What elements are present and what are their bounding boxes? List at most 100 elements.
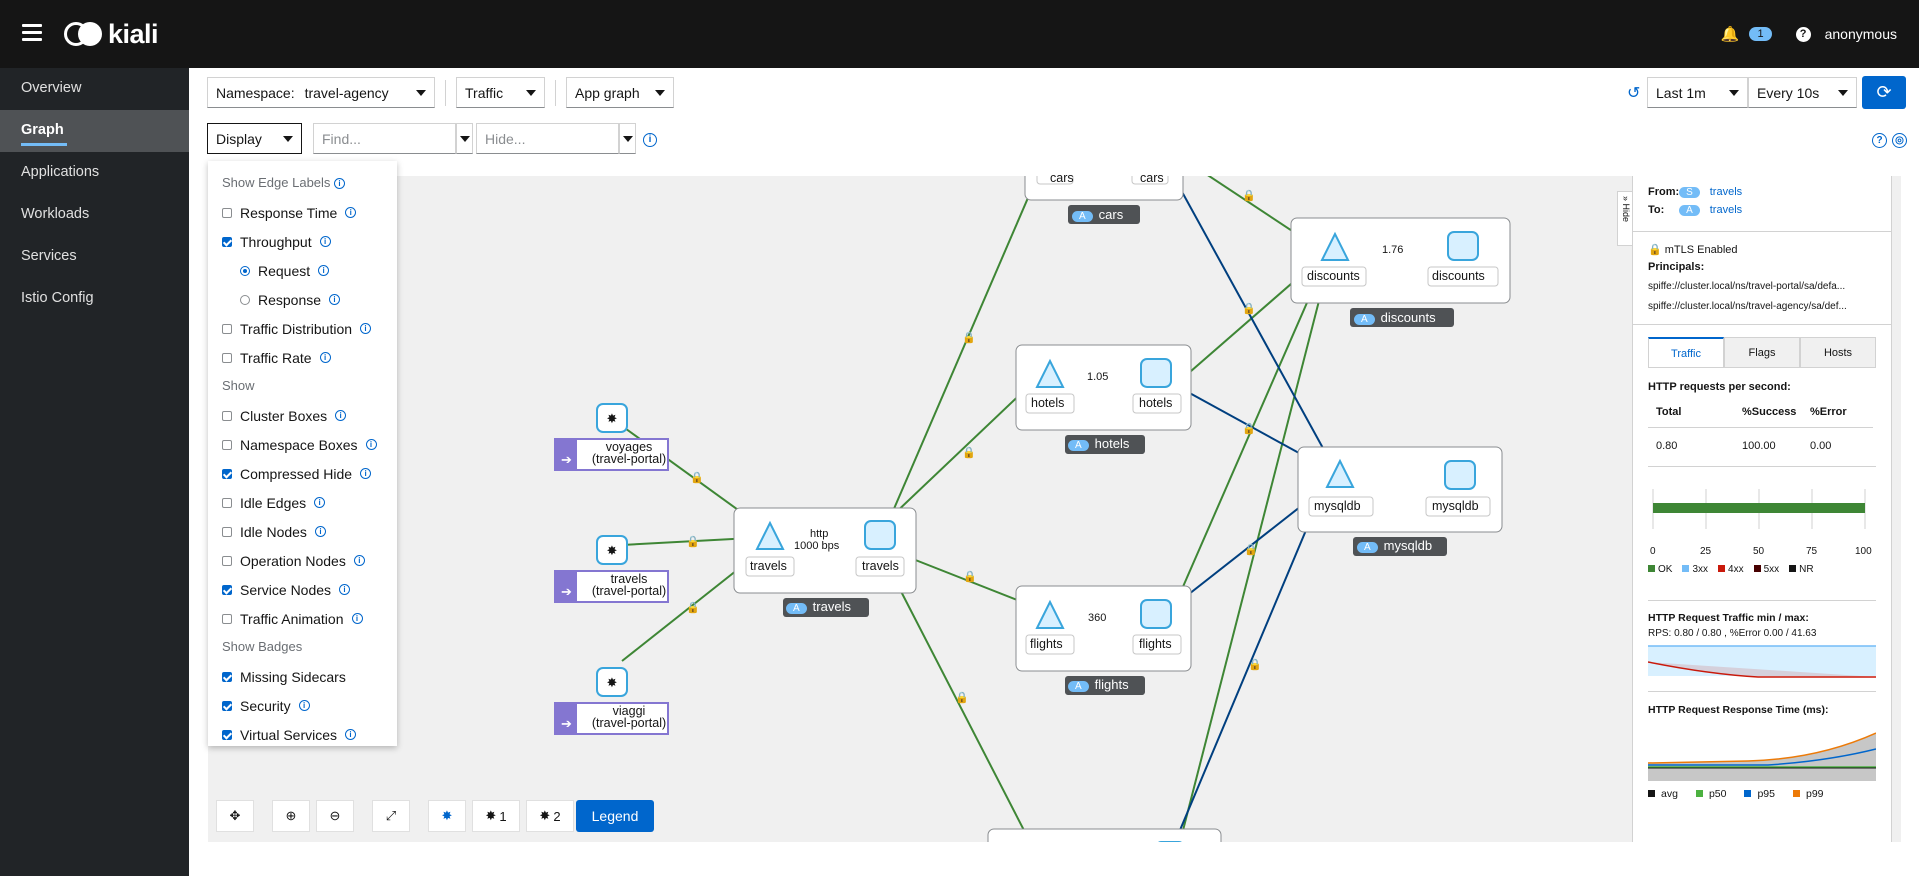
option-request[interactable]: Request i — [222, 256, 383, 285]
edge-labels-select[interactable]: Traffic — [456, 77, 545, 108]
side-panel-scrollbar[interactable] — [1891, 176, 1901, 842]
bell-icon[interactable]: 🔔 — [1721, 25, 1740, 43]
info-icon[interactable]: i — [351, 613, 363, 624]
node-label-mysqldb-svc[interactable]: mysqldb — [1314, 499, 1361, 513]
checkbox[interactable] — [222, 526, 232, 537]
option-operation-nodes[interactable]: Operation Nodes i — [222, 546, 383, 575]
option-cluster-boxes[interactable]: Cluster Boxes i — [222, 401, 383, 430]
option-throughput[interactable]: Throughput i — [222, 227, 383, 256]
graph-type-select[interactable]: App graph — [566, 77, 674, 108]
info-icon[interactable]: i — [334, 178, 346, 190]
option-traffic-rate[interactable]: Traffic Rate i — [222, 343, 383, 372]
graph-canvas[interactable]: 🔒🔒🔒 🔒🔒🔒 🔒🔒🔒 🔒🔒🔒 🔒🔒🔒 🔒🔒 — [208, 171, 1632, 842]
find-input[interactable]: Find... — [313, 123, 456, 154]
node-label-cars-svc[interactable]: cars — [1050, 171, 1074, 185]
sidebar-item-applications[interactable]: Applications — [0, 152, 189, 194]
app-label-mysqldb[interactable]: Amysqldb — [1357, 538, 1432, 553]
legend-button[interactable]: Legend — [576, 800, 654, 832]
edge-label-hotels[interactable]: 1.05 — [1087, 371, 1108, 383]
tab-hosts[interactable]: Hosts — [1800, 337, 1876, 367]
option-missing-sidecars[interactable]: Missing Sidecars — [222, 662, 383, 691]
info-icon[interactable]: i — [643, 133, 657, 147]
edge-label-travels-rate[interactable]: 1000 bps — [794, 540, 839, 552]
option-idle-edges[interactable]: Idle Edges i — [222, 488, 383, 517]
edge-label-flights[interactable]: 360 — [1088, 612, 1106, 624]
info-icon[interactable]: i — [360, 323, 372, 334]
checkbox[interactable] — [222, 468, 232, 479]
info-icon[interactable]: i — [319, 236, 331, 247]
checkbox[interactable] — [222, 671, 232, 682]
checkbox[interactable] — [222, 497, 232, 508]
info-icon[interactable]: i — [360, 468, 372, 479]
edge-label-discounts[interactable]: 1.76 — [1382, 244, 1403, 256]
zoom-out-button[interactable]: ⊖ — [316, 800, 354, 832]
option-response[interactable]: Response i — [222, 285, 383, 314]
info-icon[interactable]: i — [365, 439, 377, 450]
option-traffic-distribution[interactable]: Traffic Distribution i — [222, 314, 383, 343]
duration-select[interactable]: Last 1m — [1647, 77, 1748, 108]
info-icon[interactable]: i — [314, 526, 326, 537]
sidebar-item-graph[interactable]: Graph — [0, 110, 189, 152]
checkbox[interactable] — [222, 555, 232, 566]
zoom-in-button[interactable]: ⊕ — [272, 800, 310, 832]
tab-flags[interactable]: Flags — [1724, 337, 1800, 367]
node-label-discounts-svc[interactable]: discounts — [1307, 269, 1360, 283]
pan-button[interactable]: ✥ — [216, 800, 254, 832]
notification-count-badge[interactable]: 1 — [1749, 27, 1772, 41]
refresh-button[interactable]: ⟳ — [1862, 76, 1906, 109]
checkbox[interactable] — [222, 729, 232, 740]
app-label-discounts[interactable]: Adiscounts — [1354, 310, 1436, 325]
option-security[interactable]: Security i — [222, 691, 383, 720]
info-icon[interactable]: i — [345, 729, 357, 740]
info-icon[interactable]: i — [329, 294, 341, 305]
app-label-hotels[interactable]: Ahotels — [1068, 436, 1129, 451]
checkbox[interactable] — [222, 352, 232, 363]
checkbox[interactable] — [222, 410, 232, 421]
node-label-flights-wl[interactable]: flights — [1139, 637, 1172, 651]
app-label-cars[interactable]: Acars — [1072, 207, 1123, 222]
checkbox[interactable] — [222, 439, 232, 450]
checkbox[interactable] — [222, 323, 232, 334]
help-icon[interactable]: ? — [1795, 26, 1811, 42]
node-label-viaggi[interactable]: viaggi (travel-portal) — [586, 705, 672, 730]
app-label-travels[interactable]: Atravels — [786, 599, 851, 614]
info-icon[interactable]: i — [298, 700, 310, 711]
info-icon[interactable]: i — [318, 265, 330, 276]
radio[interactable] — [240, 265, 250, 276]
node-label-cars-wl[interactable]: cars — [1140, 171, 1164, 185]
layout-two-button[interactable]: ✸ 2 — [526, 800, 574, 832]
option-response-time[interactable]: Response Time i — [222, 198, 383, 227]
refresh-interval-select[interactable]: Every 10s — [1748, 77, 1857, 108]
sidebar-item-workloads[interactable]: Workloads — [0, 194, 189, 236]
option-service-nodes[interactable]: Service Nodes i — [222, 575, 383, 604]
checkbox[interactable] — [222, 700, 232, 711]
option-compressed-hide[interactable]: Compressed Hide i — [222, 459, 383, 488]
hamburger-menu-icon[interactable] — [22, 24, 42, 42]
info-icon[interactable]: i — [353, 555, 365, 566]
node-label-travels-wl[interactable]: travels — [862, 559, 899, 573]
node-label-mysqldb-wl[interactable]: mysqldb — [1432, 499, 1479, 513]
user-menu[interactable]: anonymous — [1825, 26, 1897, 42]
node-label-hotels-svc[interactable]: hotels — [1031, 396, 1064, 410]
info-icon[interactable]: i — [345, 207, 357, 218]
node-label-flights-svc[interactable]: flights — [1030, 637, 1063, 651]
graph-help-icon[interactable]: ? — [1872, 133, 1887, 148]
edge-label-travels-protocol[interactable]: http — [810, 528, 828, 540]
kiali-logo[interactable]: kiali — [64, 18, 159, 50]
app-label-flights[interactable]: Aflights — [1068, 677, 1129, 692]
checkbox[interactable] — [222, 584, 232, 595]
sidebar-item-services[interactable]: Services — [0, 236, 189, 278]
info-icon[interactable]: i — [319, 352, 331, 363]
sidebar-item-istio-config[interactable]: Istio Config — [0, 278, 189, 320]
display-dropdown[interactable]: Display — [207, 123, 302, 154]
to-link[interactable]: travels — [1710, 204, 1742, 216]
node-label-hotels-wl[interactable]: hotels — [1139, 396, 1172, 410]
from-link[interactable]: travels — [1710, 186, 1742, 198]
info-icon[interactable]: i — [314, 497, 326, 508]
namespace-select[interactable]: Namespace: travel-agency — [207, 77, 435, 108]
info-icon[interactable]: i — [339, 584, 351, 595]
node-label-voyages[interactable]: voyages (travel-portal) — [586, 441, 672, 466]
sidebar-item-overview[interactable]: Overview — [0, 68, 189, 110]
layout-one-button[interactable]: ✸ 1 — [472, 800, 520, 832]
checkbox[interactable] — [222, 613, 232, 624]
